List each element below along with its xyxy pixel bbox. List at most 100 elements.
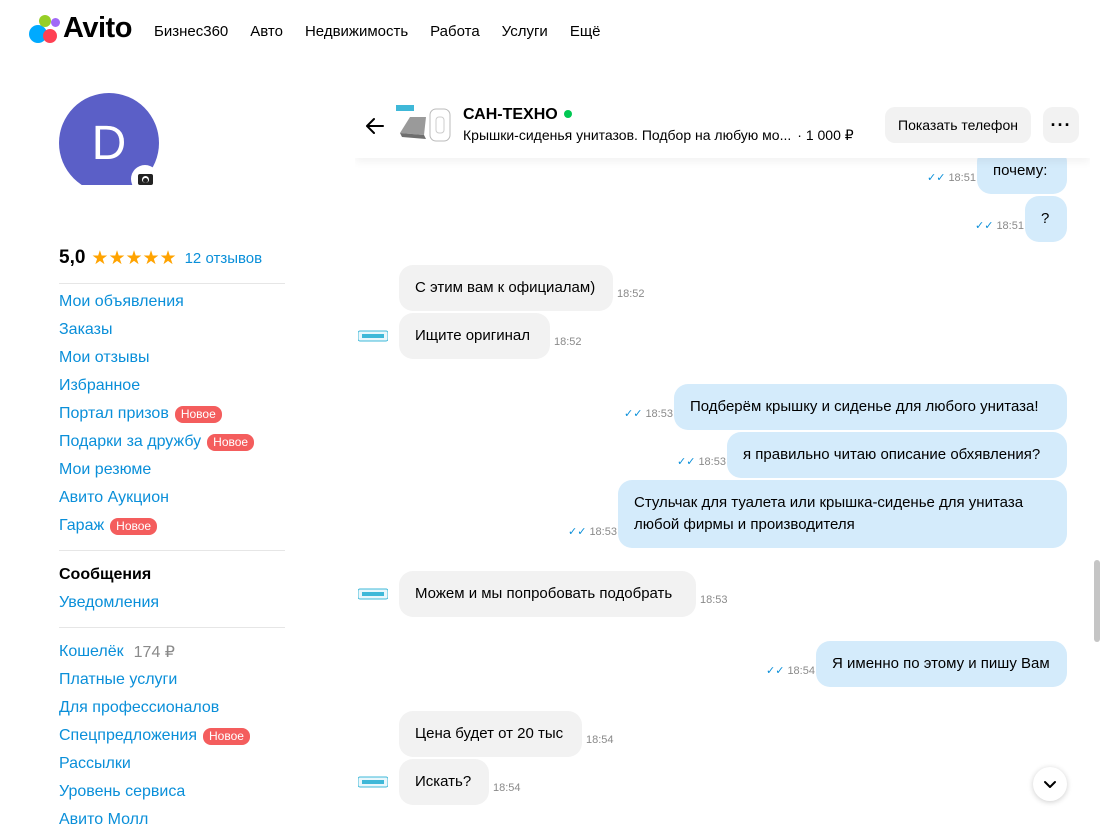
nav-auto[interactable]: Авто bbox=[250, 23, 283, 40]
ad-title-text: Крышки-сиденья унитазов. Подбор на любую… bbox=[463, 127, 792, 143]
menu-section-messages: Сообщения Уведомления bbox=[59, 561, 285, 617]
menu-item-label: Заказы bbox=[59, 321, 113, 338]
menu-item-notifications[interactable]: Уведомления bbox=[59, 589, 285, 617]
seller-name-text: САН-ТЕХНО bbox=[463, 106, 558, 123]
menu-item[interactable]: Авито Аукцион bbox=[59, 484, 285, 512]
chat-header: САН-ТЕХНО Крышки-сиденья унитазов. Подбо… bbox=[355, 94, 1090, 158]
menu-item[interactable]: Мои резюме bbox=[59, 456, 285, 484]
nav-more[interactable]: Ещё bbox=[570, 23, 601, 40]
message-time-text: 18:53 bbox=[645, 408, 673, 420]
nav-realty[interactable]: Недвижимость bbox=[305, 23, 408, 40]
menu-item[interactable]: Мои отзывы bbox=[59, 344, 285, 372]
seller-avatar[interactable] bbox=[357, 587, 389, 601]
menu-item-label: Подарки за дружбу bbox=[59, 433, 202, 450]
new-badge: Новое bbox=[110, 517, 158, 535]
page-scrollbar[interactable] bbox=[1094, 560, 1100, 642]
ad-title[interactable]: Крышки-сиденья унитазов. Подбор на любую… bbox=[463, 127, 854, 144]
seller-avatar[interactable] bbox=[357, 329, 389, 343]
incoming-message[interactable]: Ищите оригинал bbox=[399, 313, 550, 359]
avatar-container: D bbox=[59, 93, 159, 185]
avito-logo[interactable]: Avito bbox=[29, 12, 132, 45]
message-time: ✓✓ 18:53 bbox=[624, 407, 673, 420]
menu-item[interactable]: Спецпредложения Новое bbox=[59, 722, 285, 750]
back-arrow-icon[interactable] bbox=[363, 114, 387, 138]
seller-name[interactable]: САН-ТЕХНО bbox=[463, 106, 572, 124]
menu-item[interactable]: Подарки за дружбу Новое bbox=[59, 428, 285, 456]
message-text: Ищите оригинал bbox=[415, 327, 531, 344]
logo-text: Avito bbox=[63, 12, 132, 44]
reviews-link[interactable]: 12 отзывов bbox=[185, 250, 263, 267]
incoming-message[interactable]: Искать? bbox=[399, 759, 489, 805]
message-text: Цена будет от 20 тыс bbox=[415, 725, 564, 742]
rating-value: 5,0 bbox=[59, 247, 86, 268]
message-text: Я именно по этому и пишу Вам bbox=[832, 655, 1050, 672]
incoming-message[interactable]: Цена будет от 20 тыс bbox=[399, 711, 582, 757]
message-text: Можем и мы попробовать подобрать bbox=[415, 585, 673, 602]
outgoing-message[interactable]: ? bbox=[1025, 196, 1067, 242]
menu-item[interactable]: Избранное bbox=[59, 372, 285, 400]
menu-item[interactable]: Для профессионалов bbox=[59, 694, 285, 722]
message-time-text: 18:53 bbox=[698, 456, 726, 468]
message-text: Искать? bbox=[415, 773, 472, 790]
outgoing-message[interactable]: Подберём крышку и сиденье для любого уни… bbox=[674, 384, 1067, 430]
camera-icon[interactable] bbox=[131, 165, 159, 185]
menu-item[interactable]: Кошелёк 174 ₽ bbox=[59, 638, 285, 666]
nav-business360[interactable]: Бизнес360 bbox=[154, 23, 228, 40]
nav-services[interactable]: Услуги bbox=[502, 23, 548, 40]
message-time: 18:52 bbox=[617, 288, 645, 300]
outgoing-message[interactable]: Я именно по этому и пишу Вам bbox=[816, 641, 1067, 687]
menu-item-label: Спецпредложения bbox=[59, 727, 197, 744]
message-time: ✓✓ 18:51 bbox=[975, 219, 1024, 232]
message-time: 18:52 bbox=[554, 336, 582, 348]
menu-item[interactable]: Авито Молл bbox=[59, 806, 285, 832]
menu-item[interactable]: Гараж Новое bbox=[59, 512, 285, 540]
message-time-text: 18:54 bbox=[493, 782, 521, 794]
nav-jobs[interactable]: Работа bbox=[430, 23, 480, 40]
menu-item[interactable]: Портал призов Новое bbox=[59, 400, 285, 428]
message-time: 18:54 bbox=[586, 734, 614, 746]
message-time-text: 18:52 bbox=[617, 288, 645, 300]
menu-item-label: Для профессионалов bbox=[59, 699, 220, 716]
read-ticks-icon: ✓✓ bbox=[766, 665, 785, 677]
menu-section-account: Кошелёк 174 ₽ Платные услуги Для профессион… bbox=[59, 638, 285, 832]
message-text: С этим вам к официалам) bbox=[415, 279, 596, 296]
new-badge: Новое bbox=[207, 433, 255, 451]
message-time-text: 18:54 bbox=[586, 734, 614, 746]
ad-price: · 1 000 ₽ bbox=[797, 127, 854, 143]
menu-item-messages[interactable]: Сообщения bbox=[59, 561, 285, 589]
wallet-amount: 174 ₽ bbox=[133, 644, 175, 661]
menu-section-main: Мои объявления Заказы Мои отзывы Избранное П… bbox=[59, 288, 285, 540]
seller-avatar[interactable] bbox=[357, 775, 389, 789]
outgoing-message[interactable]: я правильно читаю описание обхявления? bbox=[727, 432, 1067, 478]
message-text: почему: bbox=[993, 162, 1048, 179]
new-badge: Новое bbox=[174, 405, 222, 423]
message-time: ✓✓ 18:53 bbox=[568, 525, 617, 538]
menu-item-label: Портал призов bbox=[59, 405, 169, 422]
menu-item-label: Гараж bbox=[59, 517, 105, 534]
menu-item[interactable]: Рассылки bbox=[59, 750, 285, 778]
top-navigation: Avito Бизнес360 Авто Недвижимость Работа… bbox=[0, 0, 1108, 64]
scroll-down-button[interactable] bbox=[1033, 767, 1067, 801]
profile-sidebar: D 5,0 ★★★★★ 12 отзывов Мои объявления Зак… bbox=[59, 93, 285, 832]
menu-item[interactable]: Заказы bbox=[59, 316, 285, 344]
message-time-text: 18:52 bbox=[554, 336, 582, 348]
message-time-text: 18:53 bbox=[700, 594, 728, 606]
menu-item[interactable]: Платные услуги bbox=[59, 666, 285, 694]
outgoing-message[interactable]: Стульчак для туалета или крышка-сиденье … bbox=[618, 480, 1067, 548]
incoming-message[interactable]: Можем и мы попробовать подобрать bbox=[399, 571, 696, 617]
more-options-button[interactable]: ··· bbox=[1043, 107, 1079, 143]
incoming-message[interactable]: С этим вам к официалам) bbox=[399, 265, 613, 311]
message-time-text: 18:53 bbox=[589, 526, 617, 538]
menu-item-label: Кошелёк bbox=[59, 643, 124, 660]
read-ticks-icon: ✓✓ bbox=[677, 456, 696, 468]
logo-dots-icon bbox=[29, 14, 61, 44]
message-time: 18:54 bbox=[493, 782, 521, 794]
avatar-letter: D bbox=[91, 116, 127, 170]
message-time-text: 18:51 bbox=[996, 220, 1024, 232]
ad-thumbnail[interactable] bbox=[396, 103, 454, 145]
new-badge: Новое bbox=[203, 727, 250, 745]
menu-item[interactable]: Мои объявления bbox=[59, 288, 285, 316]
menu-item[interactable]: Уровень сервиса bbox=[59, 778, 285, 806]
show-phone-button[interactable]: Показать телефон bbox=[885, 107, 1031, 143]
message-text: я правильно читаю описание обхявления? bbox=[743, 446, 1041, 463]
